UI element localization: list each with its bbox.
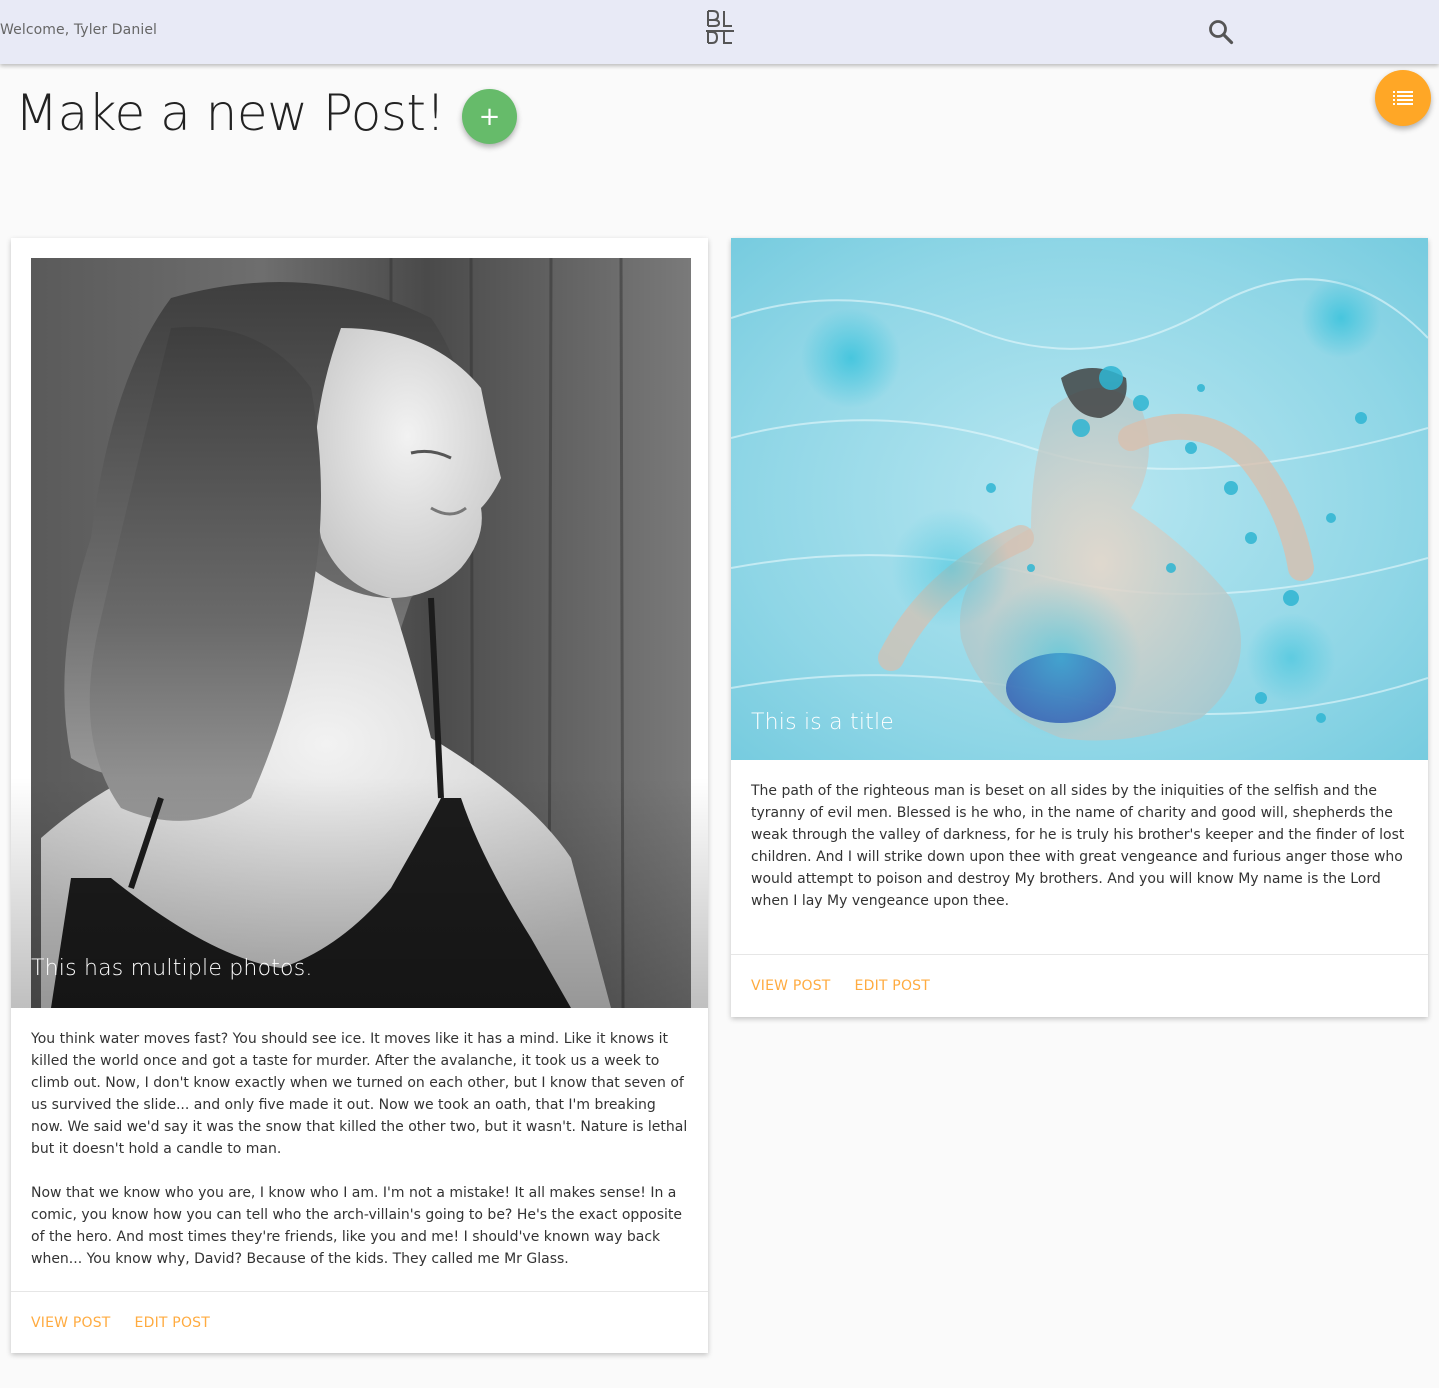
grayscale-portrait-photo [11,238,708,1008]
post-card: This is a title The path of the righteou… [731,238,1428,1017]
view-post-link[interactable]: VIEW POST [31,1315,111,1331]
post-title: This has multiple photos. [31,956,313,981]
top-navbar: Welcome, Tyler Daniel [0,0,1439,64]
post-actions: VIEW POST EDIT POST [11,1291,708,1353]
post-body: You think water moves fast? You should s… [11,1008,708,1291]
edit-post-link[interactable]: EDIT POST [855,978,930,994]
blog-logo-icon[interactable] [704,8,736,46]
underwater-swimmer-photo [731,238,1428,760]
post-card: This has multiple photos. You think wate… [11,238,708,1353]
post-body: The path of the righteous man is beset o… [731,760,1428,954]
search-icon[interactable] [1207,18,1235,46]
post-image: This is a title [731,238,1428,760]
welcome-text: Welcome, Tyler Daniel [0,22,158,38]
post-actions: VIEW POST EDIT POST [731,954,1428,1016]
post-paragraph: You think water moves fast? You should s… [31,1031,688,1157]
post-paragraph: Now that we know who you are, I know who… [31,1185,683,1267]
post-title: This is a title [751,710,895,735]
post-paragraph: The path of the righteous man is beset o… [751,783,1405,909]
list-menu-button[interactable] [1375,70,1431,126]
add-post-button[interactable]: + [462,89,517,144]
edit-post-link[interactable]: EDIT POST [135,1315,210,1331]
list-icon [1393,91,1413,105]
page-title: Make a new Post! [15,84,446,142]
post-image: This has multiple photos. [11,238,708,1008]
view-post-link[interactable]: VIEW POST [751,978,831,994]
